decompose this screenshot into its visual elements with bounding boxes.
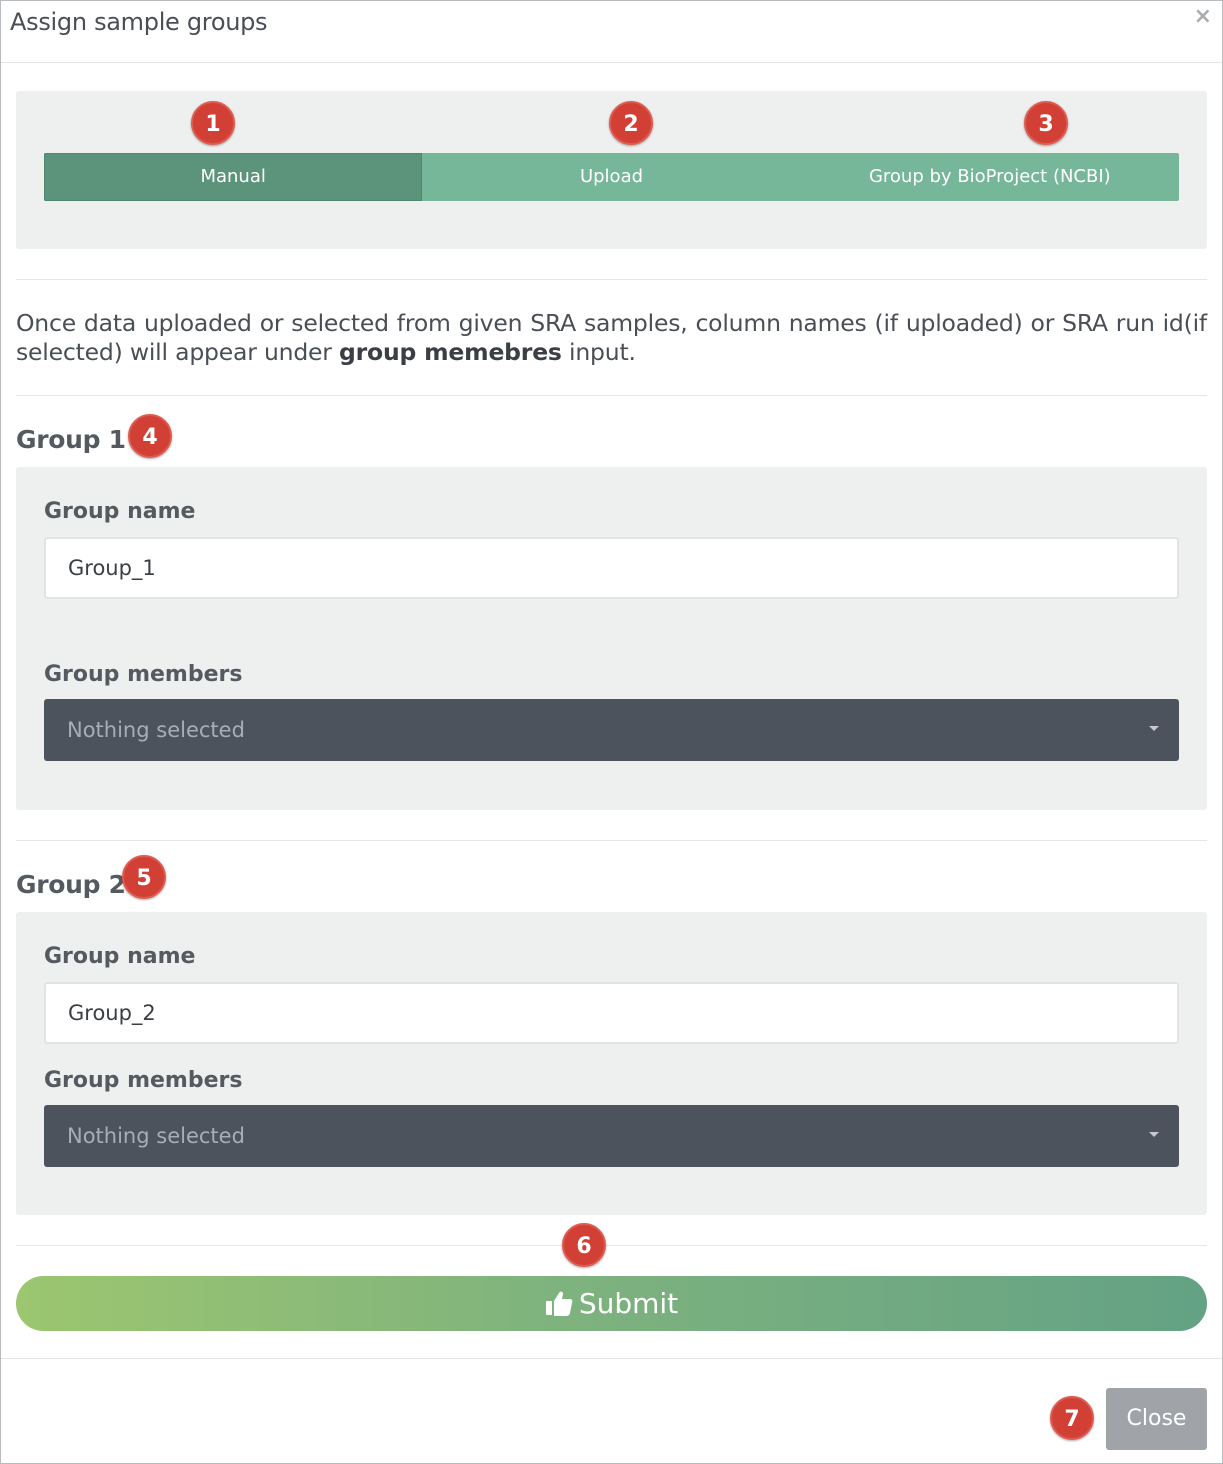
group-1-members-select[interactable]: Nothing selected: [44, 699, 1179, 761]
submit-button[interactable]: Submit: [16, 1276, 1207, 1331]
close-icon[interactable]: ×: [1194, 5, 1212, 29]
divider: [16, 840, 1207, 841]
divider: [16, 1245, 1207, 1246]
footer-divider: [1, 1358, 1222, 1359]
group-2-name-input[interactable]: Group_2: [44, 982, 1179, 1044]
group-1-members-label: Group members: [44, 662, 243, 687]
divider: [16, 279, 1207, 280]
marker-4: 4: [128, 414, 172, 458]
group-1-title: Group 1: [16, 425, 126, 454]
group-1-name-input[interactable]: Group_1: [44, 537, 1179, 599]
marker-6: 6: [562, 1223, 606, 1267]
marker-5: 5: [122, 855, 166, 899]
marker-1: 1: [191, 101, 235, 145]
group-2-title: Group 2: [16, 870, 126, 899]
info-text: Once data uploaded or selected from give…: [16, 309, 1207, 367]
modal-header: Assign sample groups ×: [1, 1, 1222, 63]
group-1-members-value: Nothing selected: [67, 718, 245, 742]
tab-bar: Manual Upload Group by BioProject (NCBI): [44, 153, 1179, 201]
divider: [16, 395, 1207, 396]
caret-down-icon: [1149, 1132, 1159, 1137]
caret-down-icon: [1149, 726, 1159, 731]
group-2-members-select[interactable]: Nothing selected: [44, 1105, 1179, 1167]
marker-3: 3: [1024, 101, 1068, 145]
info-text-after: input.: [561, 338, 636, 366]
thumbs-up-icon: [545, 1280, 573, 1335]
group-1-name-label: Group name: [44, 499, 196, 524]
group-2-name-label: Group name: [44, 944, 196, 969]
submit-label: Submit: [578, 1287, 679, 1320]
info-text-bold: group memebres: [339, 338, 562, 366]
tab-upload[interactable]: Upload: [422, 153, 801, 201]
assign-groups-modal: Assign sample groups × 1 2 3 Manual Uplo…: [0, 0, 1223, 1464]
close-button[interactable]: Close: [1106, 1388, 1207, 1450]
marker-7: 7: [1050, 1396, 1094, 1440]
modal-title: Assign sample groups: [10, 8, 268, 36]
group-2-members-label: Group members: [44, 1068, 243, 1093]
tab-group-by-bioproject[interactable]: Group by BioProject (NCBI): [800, 153, 1179, 201]
marker-2: 2: [609, 101, 653, 145]
tab-manual[interactable]: Manual: [44, 153, 423, 201]
group-2-members-value: Nothing selected: [67, 1124, 245, 1148]
